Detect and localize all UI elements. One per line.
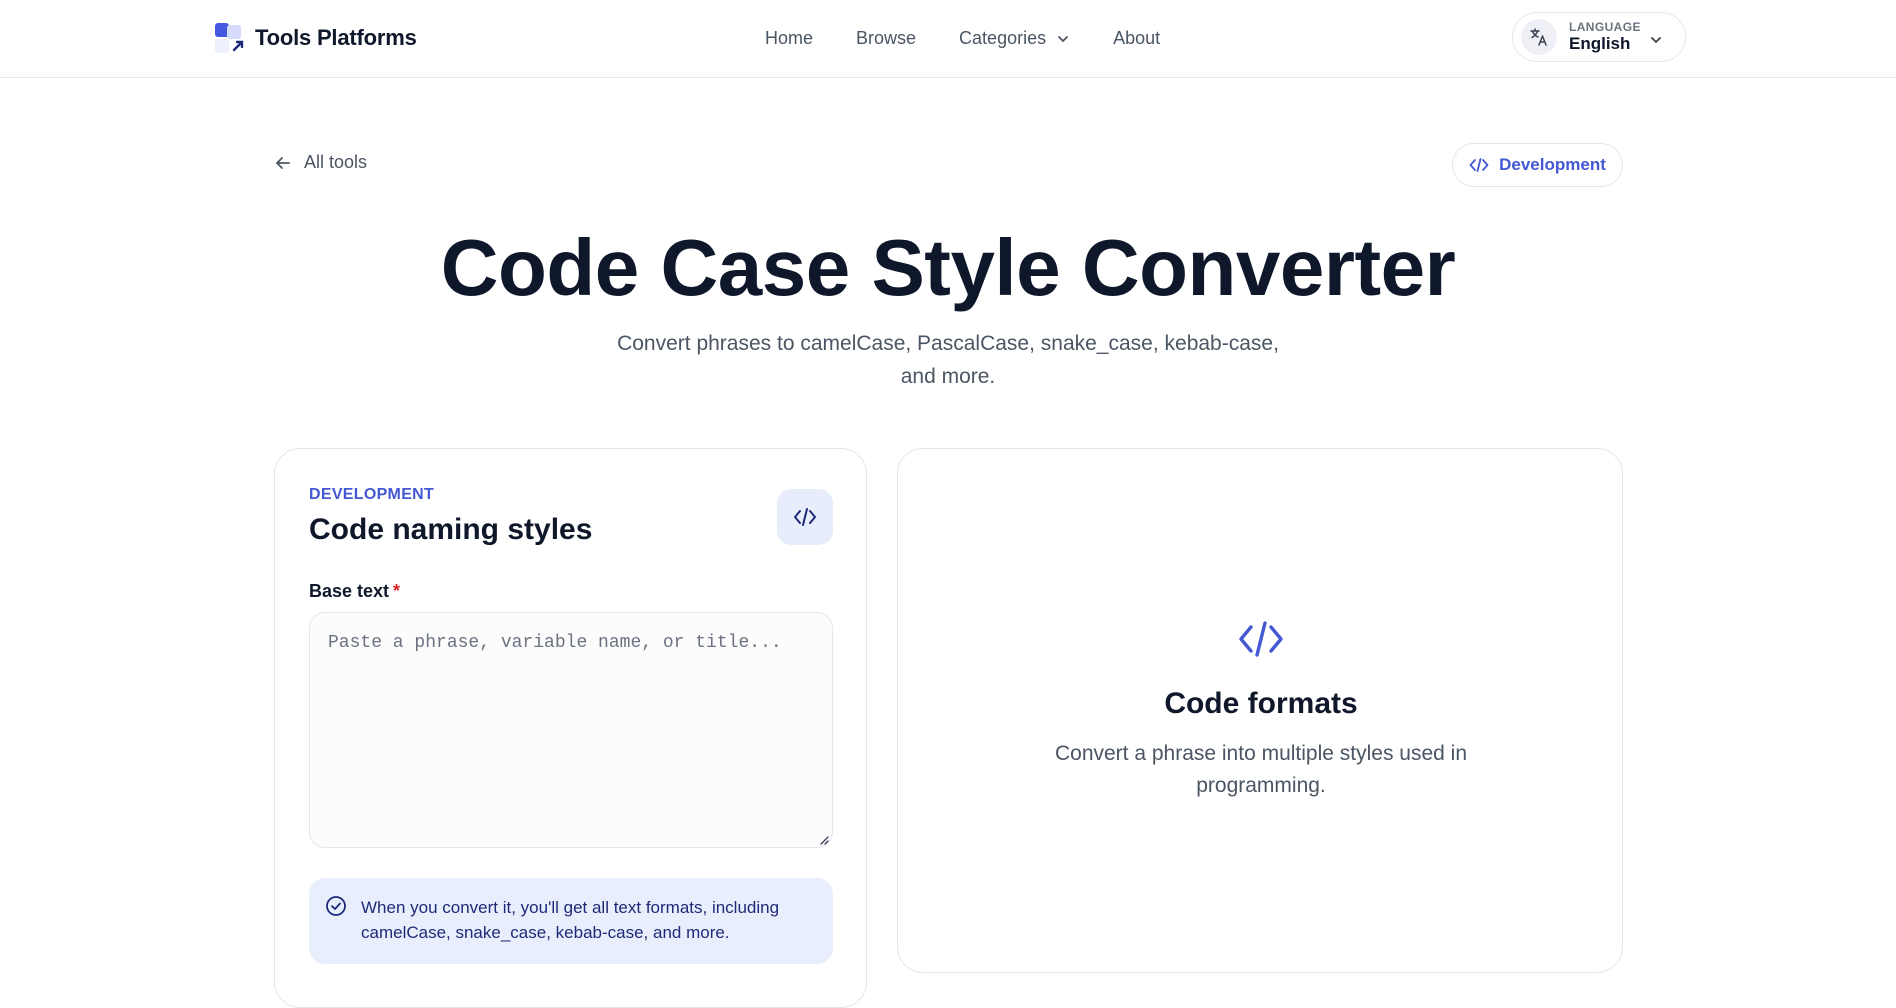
input-card: DEVELOPMENT Code naming styles Base text… [274,448,867,1008]
language-label: LANGUAGE [1569,20,1641,34]
nav-categories[interactable]: Categories [959,24,1070,52]
chevron-down-icon [1058,35,1068,42]
back-to-all-tools-link[interactable]: All tools [274,152,367,173]
brand-link[interactable]: Tools Platforms [213,20,417,56]
arrow-left-icon [276,156,290,169]
card-category: DEVELOPMENT [309,486,435,503]
language-selector[interactable]: LANGUAGE English [1512,12,1686,62]
chevron-down-icon [1651,37,1661,43]
required-marker: * [393,581,401,601]
translate-icon [1521,19,1557,55]
category-pill-development[interactable]: Development [1452,143,1623,187]
notice-text: When you convert it, you'll get all text… [361,898,780,942]
site-header: Tools Platforms Home Browse Categories A… [0,0,1896,78]
nav-browse[interactable]: Browse [856,24,916,52]
output-empty-description: Convert a phrase into multiple styles us… [1054,742,1468,797]
card-title: Code naming styles [309,513,593,546]
brand-logo-icon [213,21,245,55]
info-notice: When you convert it, you'll get all text… [309,878,833,964]
nav-categories-label: Categories [959,27,1047,48]
code-icon [1469,158,1489,172]
base-text-label-text: Base text [309,581,390,601]
base-text-label: Base text * [309,581,400,602]
nav-about[interactable]: About [1113,24,1160,52]
language-value: English [1569,34,1631,53]
check-circle-icon [326,896,346,916]
page-title: Code Case Style Converter [440,223,1456,312]
page-subtitle: Convert phrases to camelCase, PascalCase… [617,332,1279,388]
nav-home[interactable]: Home [765,24,813,52]
category-pill-label: Development [1499,155,1606,174]
base-text-input[interactable] [309,612,833,848]
output-empty-title: Code formats [1164,687,1358,720]
back-label: All tools [304,152,368,172]
brand-name: Tools Platforms [255,25,417,50]
code-icon [1239,621,1283,657]
code-icon [777,489,833,545]
output-card: Code formats Convert a phrase into multi… [897,448,1623,973]
main-nav: Home Browse Categories About [765,24,1160,52]
